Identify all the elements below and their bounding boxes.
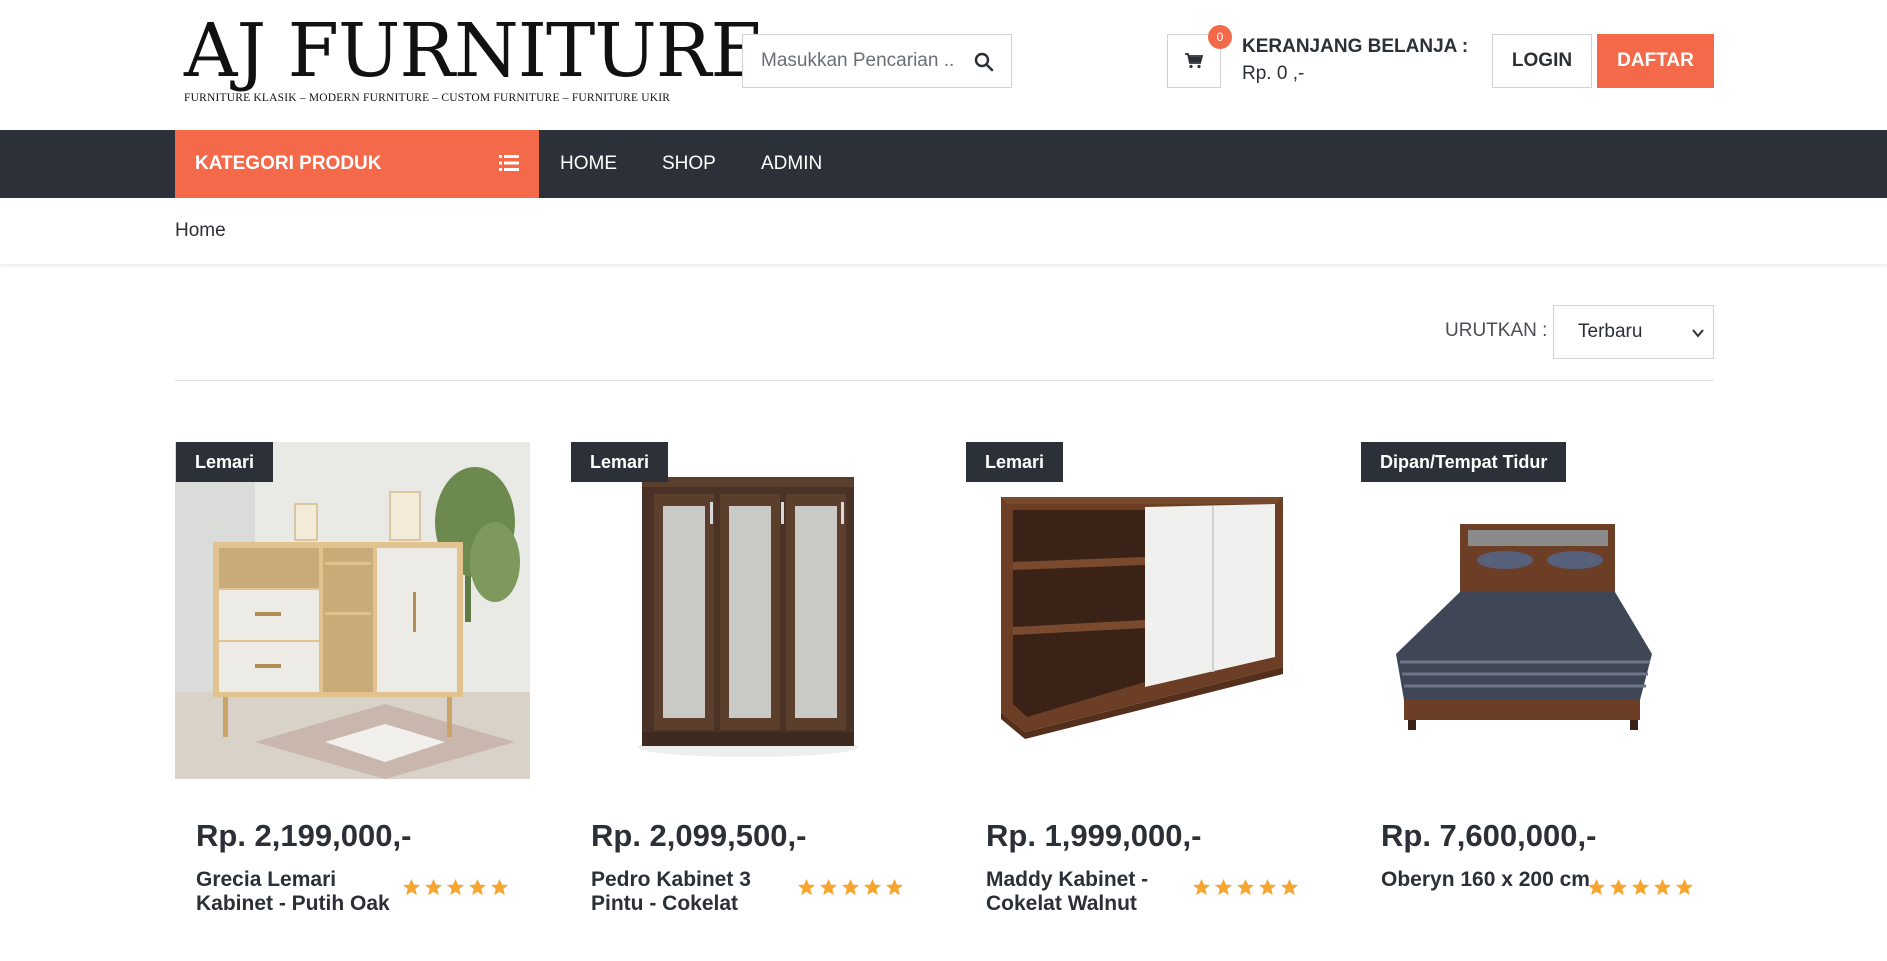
star-icon [490,878,509,896]
breadcrumb: Home [0,198,1887,265]
star-icon [1587,878,1606,896]
star-rating [1192,878,1299,897]
nav-item-admin[interactable]: ADMIN [761,130,822,198]
star-icon [402,878,421,896]
star-icon [819,878,838,896]
product-name[interactable]: Grecia Lemari Kabinet - Putih Oak [196,868,406,916]
product-name[interactable]: Pedro Kabinet 3 Pintu - Cokelat [591,868,801,916]
nav-item-shop[interactable]: SHOP [662,130,716,198]
breadcrumb-home[interactable]: Home [175,220,226,242]
star-icon [863,878,882,896]
main-nav: KATEGORI PRODUK HOME SHOP ADMIN [0,130,1887,198]
star-icon [1653,878,1672,896]
category-badge[interactable]: Lemari [176,442,274,482]
login-button[interactable]: LOGIN [1492,34,1592,88]
list-icon [499,155,519,171]
cart-label: KERANJANG BELANJA : [1242,36,1469,57]
product-card[interactable]: Lemari Rp. 1,999,000,- Maddy Kabinet - C… [965,442,1320,922]
star-icon [1214,878,1233,896]
star-icon [424,878,443,896]
star-icon [1258,878,1277,896]
search-button[interactable] [971,49,997,75]
star-icon [841,878,860,896]
shopping-cart-icon [1185,53,1203,69]
search-icon [974,52,994,72]
product-name[interactable]: Oberyn 160 x 200 cm [1381,868,1591,892]
chevron-down-icon [1692,329,1704,338]
product-image[interactable] [1360,442,1715,779]
product-price: Rp. 2,199,000,- [196,818,412,853]
sort-label: URUTKAN : [1445,320,1548,341]
divider [175,380,1714,381]
product-price: Rp. 7,600,000,- [1381,818,1597,853]
sort-selected-value: Terbaru [1578,321,1643,342]
product-image[interactable] [965,442,1320,779]
product-name[interactable]: Maddy Kabinet - Cokelat Walnut [986,868,1196,916]
kategori-label: KATEGORI PRODUK [195,153,382,174]
product-card[interactable]: Dipan/Tempat Tidur Rp. 7,600,000,- Obery… [1360,442,1715,922]
nav-item-home[interactable]: HOME [560,130,617,198]
star-icon [885,878,904,896]
cart-count-badge: 0 [1208,25,1232,49]
site-header: AJ FURNITURE FURNITURE KLASIK – MODERN F… [0,0,1887,130]
product-price: Rp. 2,099,500,- [591,818,807,853]
product-price: Rp. 1,999,000,- [986,818,1202,853]
star-icon [468,878,487,896]
cart-total: Rp. 0 ,- [1242,63,1305,84]
product-category-menu[interactable]: KATEGORI PRODUK [175,130,539,198]
logo-title: AJ FURNITURE [184,8,765,94]
product-card[interactable]: Lemari Rp. 2,199,000,- Grecia Lemari Kab… [175,442,530,922]
star-icon [1609,878,1628,896]
star-icon [1236,878,1255,896]
star-icon [1675,878,1694,896]
search-box [742,34,1012,88]
category-badge[interactable]: Lemari [571,442,669,482]
product-image[interactable] [175,442,530,779]
site-logo[interactable]: AJ FURNITURE FURNITURE KLASIK – MODERN F… [184,8,765,110]
register-button[interactable]: DAFTAR [1597,34,1714,88]
star-icon [1631,878,1650,896]
star-rating [402,878,509,897]
category-badge[interactable]: Dipan/Tempat Tidur [1361,442,1567,482]
star-icon [1192,878,1211,896]
sort-select[interactable]: Terbaru [1553,305,1714,359]
star-rating [1587,878,1694,897]
logo-subtitle: FURNITURE KLASIK – MODERN FURNITURE – CU… [184,92,671,104]
star-icon [1280,878,1299,896]
search-input[interactable] [743,50,953,72]
star-rating [797,878,904,897]
product-card[interactable]: Lemari Rp. 2,099,500,- Pedro Kabinet 3 P… [570,442,925,922]
category-badge[interactable]: Lemari [966,442,1064,482]
product-image[interactable] [570,442,925,779]
star-icon [797,878,816,896]
star-icon [446,878,465,896]
